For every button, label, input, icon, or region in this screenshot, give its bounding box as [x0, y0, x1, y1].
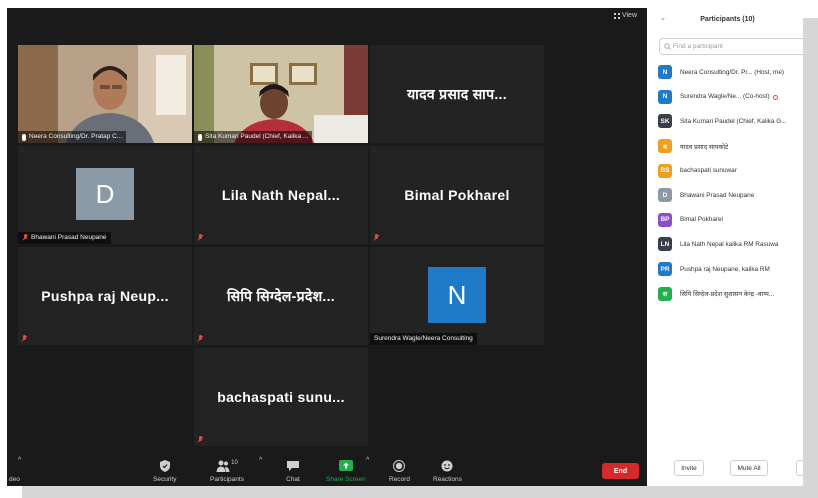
video-tile-bachaspati-sunuwar[interactable]: bachaspati sunu... [194, 348, 368, 446]
meeting-toolbar: ^ deo Security 10 Participants ^ Chat Sh… [7, 450, 647, 486]
participant-row[interactable]: BP Bimal Pokharel [652, 208, 803, 233]
tile-name-bar: Neera Consulting/Dr. Pratap C... [18, 131, 127, 143]
participant-row[interactable]: LN Lila Nath Nepal kalika RM Rasuwa [652, 232, 803, 257]
participant-row[interactable]: य यादव प्रसाद सापकोटे [652, 134, 803, 159]
participant-row[interactable]: PR Pushpa raj Neupane, kalika RM [652, 257, 803, 282]
mic-muted-icon [197, 436, 203, 444]
shield-icon [159, 460, 170, 472]
smiley-icon [441, 460, 453, 472]
people-icon [216, 460, 230, 472]
video-tile-neera-consulting[interactable]: Neera Consulting/Dr. Pratap C... [18, 45, 192, 143]
video-tile-sita-kumari-paudel[interactable]: Sita Kumari Paudel (Chief, Kalika ... [194, 45, 368, 143]
share-options-caret[interactable]: ^ [366, 457, 369, 464]
avatar: य [658, 139, 672, 154]
end-meeting-button[interactable]: End [602, 463, 639, 479]
avatar: BP [658, 212, 672, 227]
participant-row[interactable]: स सिपि सिग्देल-प्रदेश सुशासन केन्द्र -वा… [652, 281, 803, 306]
microphone-icon [198, 133, 202, 141]
panel-title: Participants (10) [700, 15, 755, 23]
avatar: BS [658, 163, 672, 178]
participant-display-name: सिपि सिग्देल-प्रदेश... [227, 287, 335, 304]
participant-row[interactable]: BS bachaspati sunuwar [652, 158, 803, 183]
chevron-down-icon[interactable]: ⌄ [660, 14, 666, 22]
mic-muted-icon [21, 335, 27, 343]
zoom-window: View Neera Consulting/Dr. Pratap C... Si… [0, 0, 818, 498]
share-screen-icon [338, 460, 353, 471]
participant-list: N Neera Consulting/Dr. Pr... (Host, me) … [652, 60, 803, 306]
tile-name-bar: Bhawani Prasad Neupane [18, 232, 111, 244]
avatar: D [658, 188, 672, 203]
panel-footer: Invite Mute All [652, 460, 806, 476]
gallery-view: View Neera Consulting/Dr. Pratap C... Si… [7, 8, 647, 486]
window-shadow-bottom [22, 486, 818, 498]
participant-display-name: Pushpa raj Neup... [41, 288, 169, 304]
mic-muted-icon [373, 234, 379, 242]
video-tile-bhawani-prasad-neupane[interactable]: D Bhawani Prasad Neupane [18, 146, 192, 244]
participants-options-caret[interactable]: ^ [259, 457, 262, 464]
avatar: N [658, 89, 672, 104]
tile-name-bar: Surendra Wagle/Neera Consulting [370, 333, 477, 345]
avatar: SK [658, 114, 672, 129]
participant-row[interactable]: N Neera Consulting/Dr. Pr... (Host, me) [652, 60, 803, 85]
stop-video-button[interactable]: deo [9, 476, 20, 483]
participant-display-name: यादव प्रसाद साप... [407, 85, 507, 102]
avatar: D [76, 168, 134, 220]
participant-row[interactable]: D Bhawani Prasad Neupane [652, 183, 803, 208]
record-icon [393, 460, 406, 472]
participant-row[interactable]: SK Sita Kumari Paudel (Chief, Kalika G..… [652, 109, 803, 134]
view-button[interactable]: View [613, 12, 637, 19]
mute-all-button[interactable]: Mute All [730, 460, 768, 476]
security-button[interactable]: Security [153, 460, 176, 483]
mic-muted-icon [22, 234, 28, 242]
record-button[interactable]: Record [389, 460, 410, 483]
participant-search-input[interactable]: Find a participant [659, 38, 807, 55]
camera-feed [194, 45, 368, 143]
participants-icon-wrap: 10 [216, 460, 238, 476]
participant-display-name: Lila Nath Nepal... [221, 187, 341, 203]
camera-feed [18, 45, 192, 143]
share-screen-button[interactable]: Share Screen [326, 460, 366, 483]
video-tile-surendra-wagle[interactable]: N Surendra Wagle/Neera Consulting [370, 247, 544, 345]
avatar: N [658, 65, 672, 80]
video-tile-lila-nath-nepal[interactable]: Lila Nath Nepal... [194, 146, 368, 244]
video-tile-sipi-sigdel[interactable]: सिपि सिग्देल-प्रदेश... [194, 247, 368, 345]
participants-button[interactable]: 10 Participants [210, 460, 244, 483]
video-tile-yadav-prasad[interactable]: यादव प्रसाद साप... [370, 45, 544, 143]
video-tile-bimal-pokharel[interactable]: Bimal Pokharel [370, 146, 544, 244]
chat-icon [287, 461, 299, 471]
window-shadow-right [803, 18, 818, 498]
chat-button[interactable]: Chat [286, 460, 300, 483]
participants-panel: ⌄ Participants (10) Find a participant N… [652, 8, 807, 486]
participant-display-name: bachaspati sunu... [217, 389, 345, 405]
avatar: स [658, 286, 672, 301]
grid-icon [613, 12, 620, 19]
search-icon [664, 43, 671, 50]
panel-header: ⌄ Participants (10) [652, 8, 803, 30]
video-tile-pushpa-raj-neupane[interactable]: Pushpa raj Neup... [18, 247, 192, 345]
video-options-caret[interactable]: ^ [18, 457, 21, 464]
invite-button[interactable]: Invite [674, 460, 704, 476]
avatar: LN [658, 237, 672, 252]
recording-icon [772, 95, 778, 101]
mic-muted-icon [197, 335, 203, 343]
tile-name-bar: Sita Kumari Paudel (Chief, Kalika ... [194, 131, 313, 143]
participant-row[interactable]: N Surendra Wagle/Ne... (Co-host) [652, 85, 803, 110]
participant-display-name: Bimal Pokharel [404, 187, 510, 203]
reactions-button[interactable]: Reactions [433, 460, 462, 483]
microphone-icon [22, 133, 26, 141]
mic-muted-icon [197, 234, 203, 242]
avatar: PR [658, 262, 672, 277]
avatar: N [428, 267, 486, 323]
